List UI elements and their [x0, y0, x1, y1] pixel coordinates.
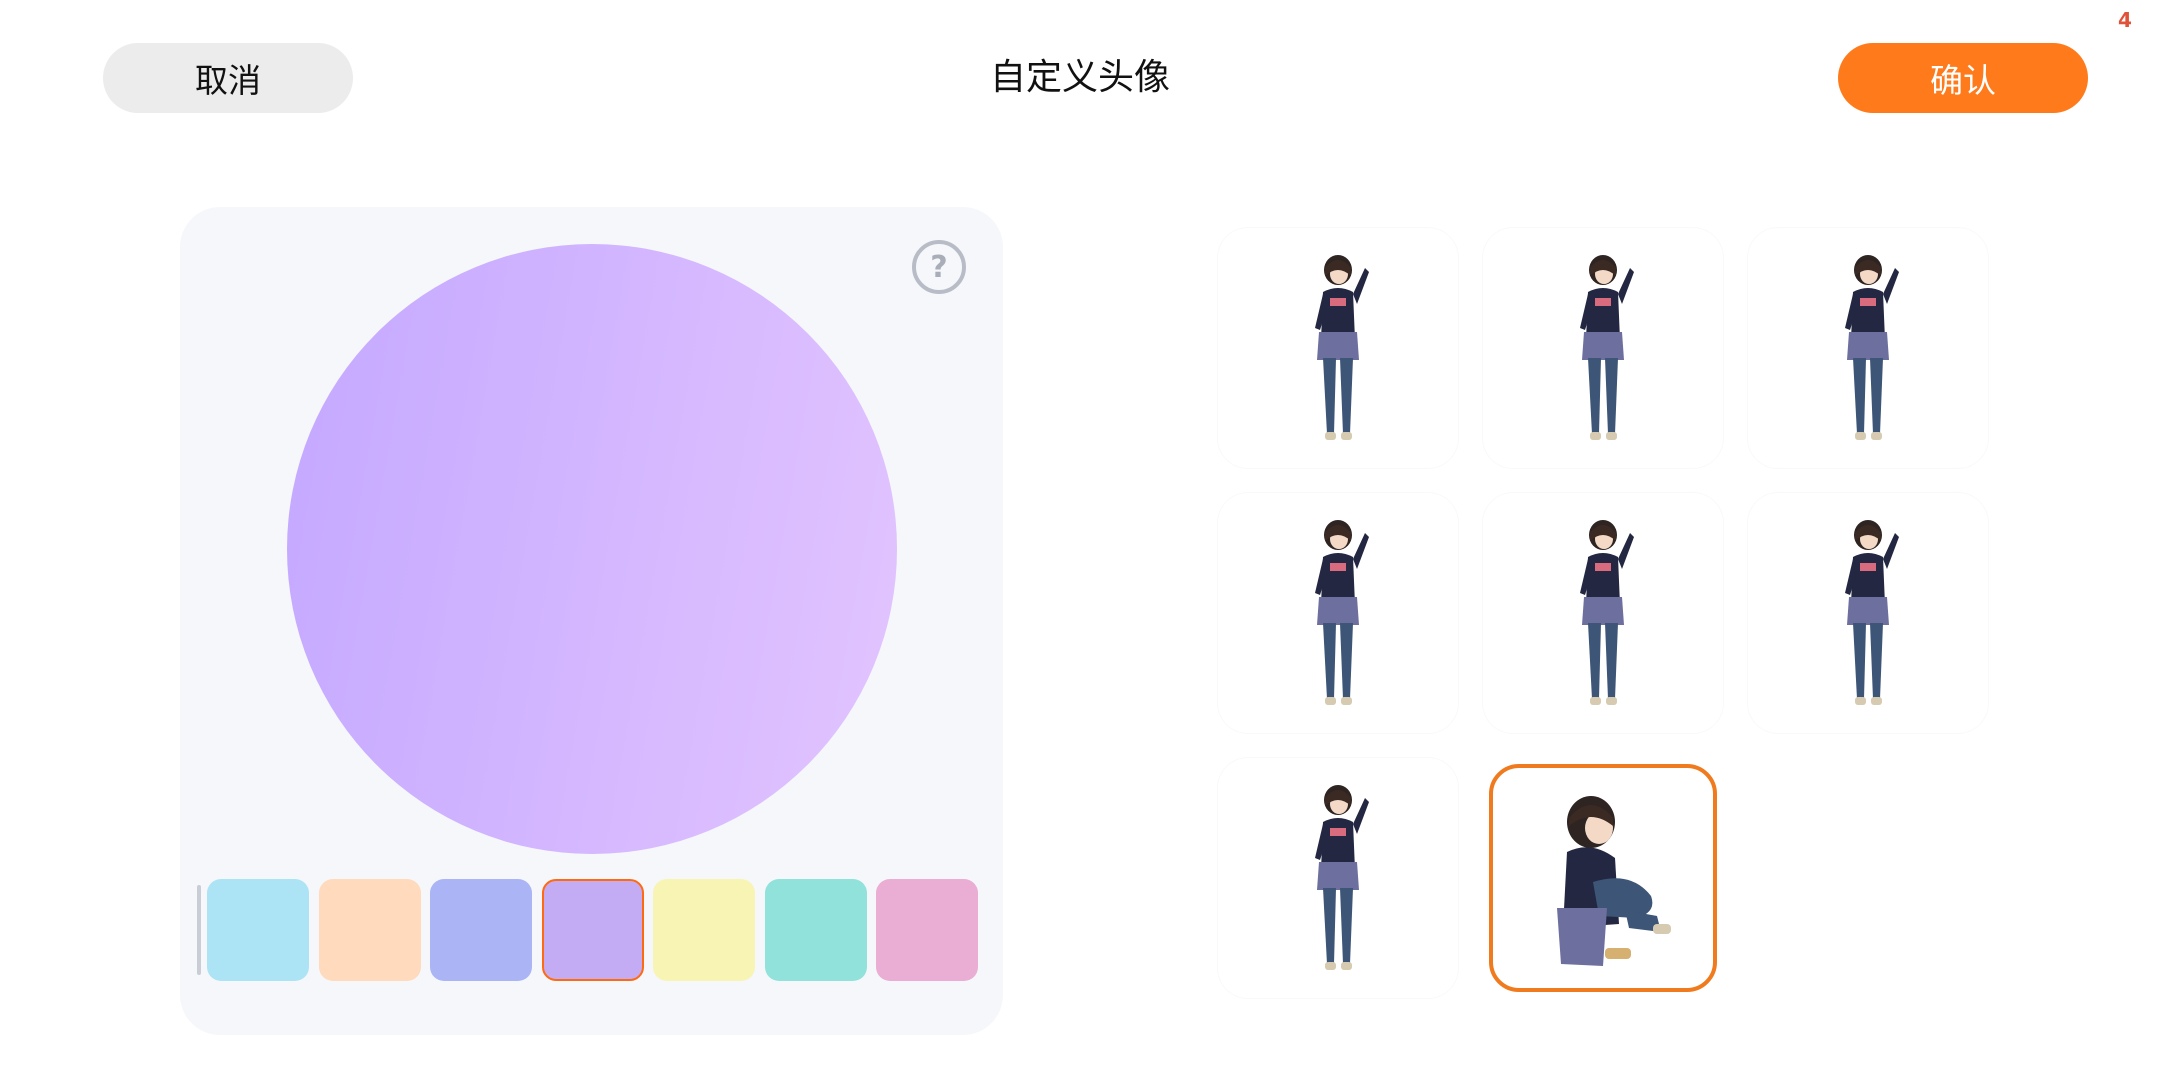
standing-character-image [1303, 778, 1373, 978]
question-circle-icon[interactable]: ? [912, 240, 966, 294]
standing-character-image [1303, 248, 1373, 448]
color-swatch-sky-blue[interactable] [207, 879, 309, 981]
color-swatch-turquoise[interactable] [764, 879, 867, 981]
pose-option-2[interactable] [1483, 228, 1723, 468]
pose-option-3[interactable] [1748, 228, 1988, 468]
pose-option-5[interactable] [1483, 493, 1723, 733]
pose-option-1[interactable] [1218, 228, 1458, 468]
color-swatch-peach[interactable] [318, 879, 421, 981]
background-color-picker [180, 879, 1003, 983]
confirm-button[interactable]: 确认 [1838, 43, 2088, 113]
page-title: 自定义头像 [989, 57, 1170, 98]
status-counter: 4 [2118, 8, 2132, 32]
standing-character-image [1833, 513, 1903, 713]
standing-character-image [1568, 248, 1638, 448]
swatch-scroll-edge [197, 885, 201, 975]
standing-character-image [1303, 513, 1373, 713]
pose-option-4[interactable] [1218, 493, 1458, 733]
color-swatch-light-yellow[interactable] [653, 879, 755, 981]
pose-option-8[interactable] [1489, 764, 1717, 992]
color-swatch-lavender[interactable] [541, 879, 644, 981]
standing-character-image [1833, 248, 1903, 448]
avatar-background-preview [287, 244, 897, 854]
pose-option-7[interactable] [1218, 758, 1458, 998]
color-swatch-pink[interactable] [876, 879, 978, 981]
pose-option-6[interactable] [1748, 493, 1988, 733]
color-swatch-periwinkle[interactable] [430, 879, 532, 981]
cancel-button[interactable]: 取消 [103, 43, 353, 113]
avatar-preview-panel: ? [180, 207, 1003, 1035]
standing-character-image [1568, 513, 1638, 713]
sitting-character-image [1533, 778, 1673, 978]
